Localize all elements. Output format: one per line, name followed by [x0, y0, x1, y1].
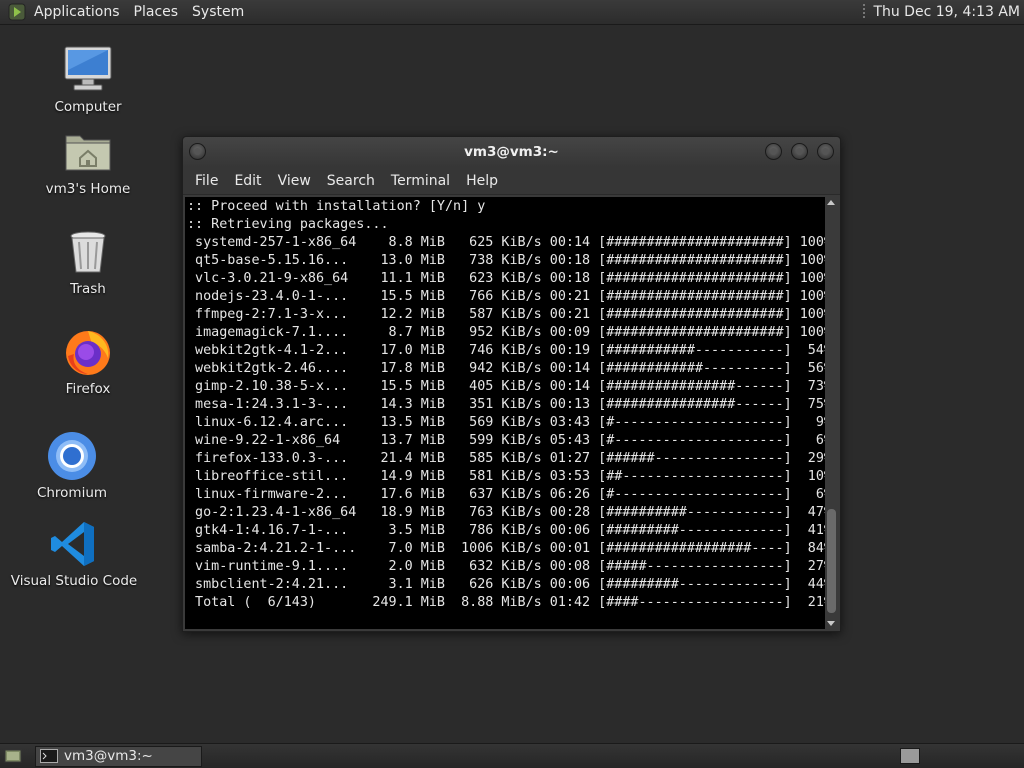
terminal-line: webkit2gtk-4.1-2... 17.0 MiB 746 KiB/s 0… [187, 343, 827, 358]
menu-terminal[interactable]: Terminal [383, 173, 458, 189]
top-panel: Applications Places System Thu Dec 19, 4… [0, 0, 1024, 25]
applications-menu-icon[interactable] [8, 3, 28, 21]
menu-edit[interactable]: Edit [226, 173, 269, 189]
close-button[interactable] [817, 143, 834, 160]
menu-search[interactable]: Search [319, 173, 383, 189]
terminal-line: linux-firmware-2... 17.6 MiB 637 KiB/s 0… [187, 487, 827, 502]
scroll-down-arrow-icon[interactable] [827, 621, 835, 626]
menu-view[interactable]: View [270, 173, 319, 189]
desktop-icon-label: vm3's Home [45, 181, 131, 197]
window-titlebar[interactable]: vm3@vm3:~ [183, 137, 840, 167]
terminal-line: nodejs-23.4.0-1-... 15.5 MiB 766 KiB/s 0… [187, 289, 827, 304]
terminal-menubar: File Edit View Search Terminal Help [183, 167, 840, 195]
desktop-icon-computer[interactable]: Computer [28, 44, 148, 115]
terminal-window[interactable]: vm3@vm3:~ File Edit View Search Terminal… [182, 136, 841, 632]
workspace-switcher[interactable] [900, 748, 920, 764]
show-desktop-icon[interactable] [3, 747, 23, 765]
terminal-line: wine-9.22-1-x86_64 13.7 MiB 599 KiB/s 05… [187, 433, 827, 448]
desktop-icon-trash[interactable]: Trash [28, 226, 148, 297]
vscode-icon [48, 518, 100, 570]
terminal-line: vim-runtime-9.1.... 2.0 MiB 632 KiB/s 00… [187, 559, 827, 574]
terminal-line: mesa-1:24.3.1-3-... 14.3 MiB 351 KiB/s 0… [187, 397, 827, 412]
bottom-panel: vm3@vm3:~ [0, 743, 1024, 768]
desktop-icon-label: Visual Studio Code [10, 573, 138, 589]
terminal-line: gimp-2.10.38-5-x... 15.5 MiB 405 KiB/s 0… [187, 379, 827, 394]
menu-applications[interactable]: Applications [34, 4, 120, 20]
terminal-line: gtk4-1:4.16.7-1-... 3.5 MiB 786 KiB/s 00… [187, 523, 827, 538]
desktop-icon-chromium[interactable]: Chromium [12, 430, 132, 501]
terminal-line: go-2:1.23.4-1-x86_64 18.9 MiB 763 KiB/s … [187, 505, 827, 520]
maximize-button[interactable] [791, 143, 808, 160]
menu-file[interactable]: File [187, 173, 226, 189]
terminal-line: samba-2:4.21.2-1-... 7.0 MiB 1006 KiB/s … [187, 541, 827, 556]
terminal-line: linux-6.12.4.arc... 13.5 MiB 569 KiB/s 0… [187, 415, 827, 430]
terminal-scrollbar[interactable] [825, 197, 838, 629]
terminal-line: webkit2gtk-2.46.... 17.8 MiB 942 KiB/s 0… [187, 361, 827, 376]
terminal-line: :: Proceed with installation? [Y/n] y [187, 199, 486, 214]
terminal-line: smbclient-2:4.21... 3.1 MiB 626 KiB/s 00… [187, 577, 827, 592]
desktop-icon-label: Trash [70, 281, 106, 297]
taskbar-window-button[interactable]: vm3@vm3:~ [35, 745, 202, 767]
menu-places[interactable]: Places [134, 4, 179, 20]
computer-icon [62, 44, 114, 96]
desktop-icon-home[interactable]: vm3's Home [28, 126, 148, 197]
terminal-line: firefox-133.0.3-... 21.4 MiB 585 KiB/s 0… [187, 451, 827, 466]
scroll-up-arrow-icon[interactable] [827, 200, 835, 205]
scrollbar-thumb[interactable] [827, 509, 836, 613]
window-title: vm3@vm3:~ [464, 144, 559, 160]
window-menu-button[interactable] [189, 143, 206, 160]
terminal-icon [40, 749, 58, 763]
terminal-line: ffmpeg-2:7.1-3-x... 12.2 MiB 587 KiB/s 0… [187, 307, 827, 322]
terminal-output[interactable]: :: Proceed with installation? [Y/n] y ::… [185, 197, 827, 629]
terminal-line: Total ( 6/143) 249.1 MiB 8.88 MiB/s 01:4… [187, 595, 827, 610]
terminal-line: :: Retrieving packages... [187, 217, 389, 232]
minimize-button[interactable] [765, 143, 782, 160]
terminal-line: qt5-base-5.15.16... 13.0 MiB 738 KiB/s 0… [187, 253, 827, 268]
menu-help[interactable]: Help [458, 173, 506, 189]
taskbar-window-title: vm3@vm3:~ [64, 748, 153, 764]
home-folder-icon [62, 126, 114, 178]
firefox-icon [62, 326, 114, 378]
terminal-line: systemd-257-1-x86_64 8.8 MiB 625 KiB/s 0… [187, 235, 827, 250]
desktop-icon-vscode[interactable]: Visual Studio Code [10, 518, 138, 589]
desktop-icon-label: Computer [54, 99, 122, 115]
clock[interactable]: Thu Dec 19, 4:13 AM [873, 4, 1020, 20]
desktop-icon-firefox[interactable]: Firefox [28, 326, 148, 397]
chromium-icon [46, 430, 98, 482]
desktop-icon-label: Chromium [36, 485, 108, 501]
panel-separator [863, 4, 866, 20]
desktop-icon-label: Firefox [65, 381, 111, 397]
terminal-line: vlc-3.0.21-9-x86_64 11.1 MiB 623 KiB/s 0… [187, 271, 827, 286]
terminal-line: libreoffice-stil... 14.9 MiB 581 KiB/s 0… [187, 469, 827, 484]
terminal-line: imagemagick-7.1.... 8.7 MiB 952 KiB/s 00… [187, 325, 827, 340]
menu-system[interactable]: System [192, 4, 244, 20]
trash-icon [62, 226, 114, 278]
